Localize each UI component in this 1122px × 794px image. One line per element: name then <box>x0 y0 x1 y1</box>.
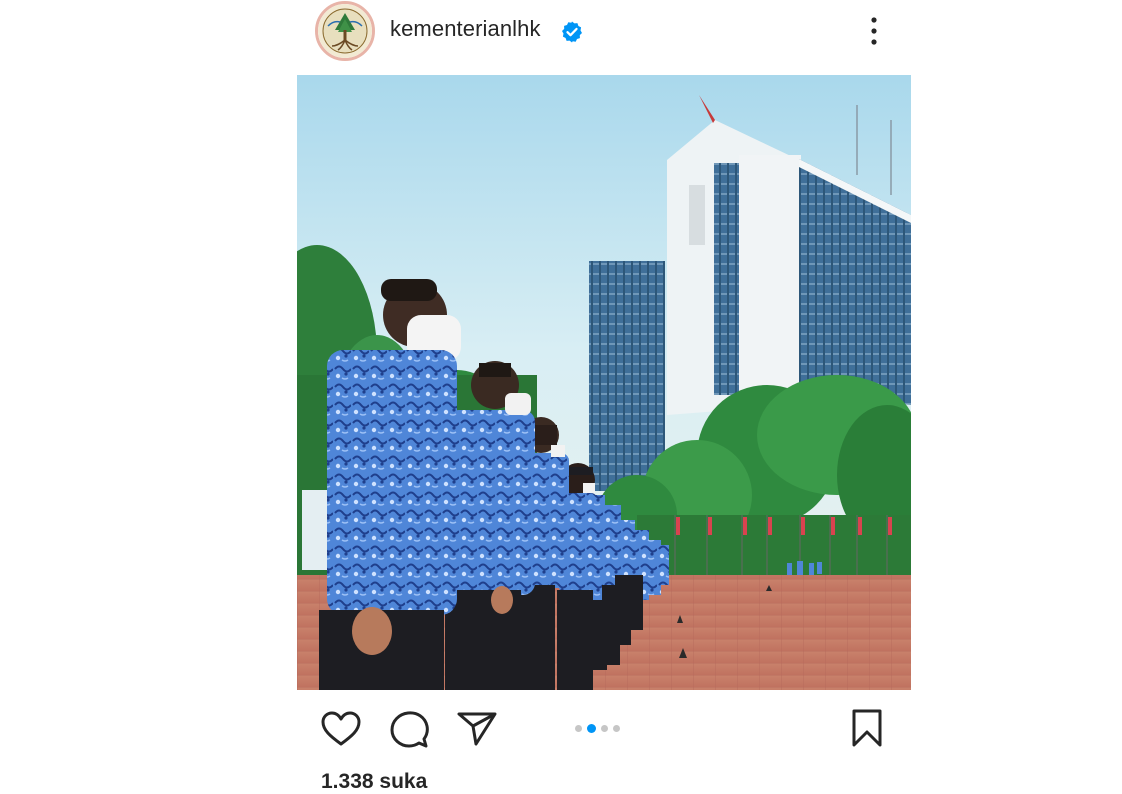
carousel-dot <box>613 724 620 732</box>
save-button[interactable] <box>850 708 884 748</box>
instagram-post: kementerianlhk 1.338 suka <box>297 0 911 793</box>
verified-badge-icon <box>562 21 582 43</box>
post-photo[interactable] <box>297 75 911 690</box>
carousel-dot-active <box>587 723 596 733</box>
like-count[interactable]: 1.338 suka <box>321 770 427 794</box>
post-image <box>297 75 911 690</box>
more-options-button[interactable] <box>862 14 886 48</box>
ministry-logo-icon <box>318 4 372 58</box>
like-button[interactable] <box>320 710 362 748</box>
profile-avatar[interactable] <box>315 1 375 61</box>
send-icon <box>457 712 497 746</box>
comment-button[interactable] <box>388 709 430 749</box>
action-bar <box>297 700 911 756</box>
username[interactable]: kementerianlhk <box>390 16 541 42</box>
more-vertical-icon <box>871 17 877 45</box>
carousel-indicator <box>575 722 620 734</box>
comment-icon <box>390 711 429 748</box>
carousel-dot <box>575 724 582 732</box>
share-button[interactable] <box>456 710 498 748</box>
bookmark-icon <box>852 709 882 747</box>
carousel-dot <box>601 724 608 732</box>
post-header: kementerianlhk <box>297 0 911 64</box>
heart-icon <box>321 711 361 746</box>
